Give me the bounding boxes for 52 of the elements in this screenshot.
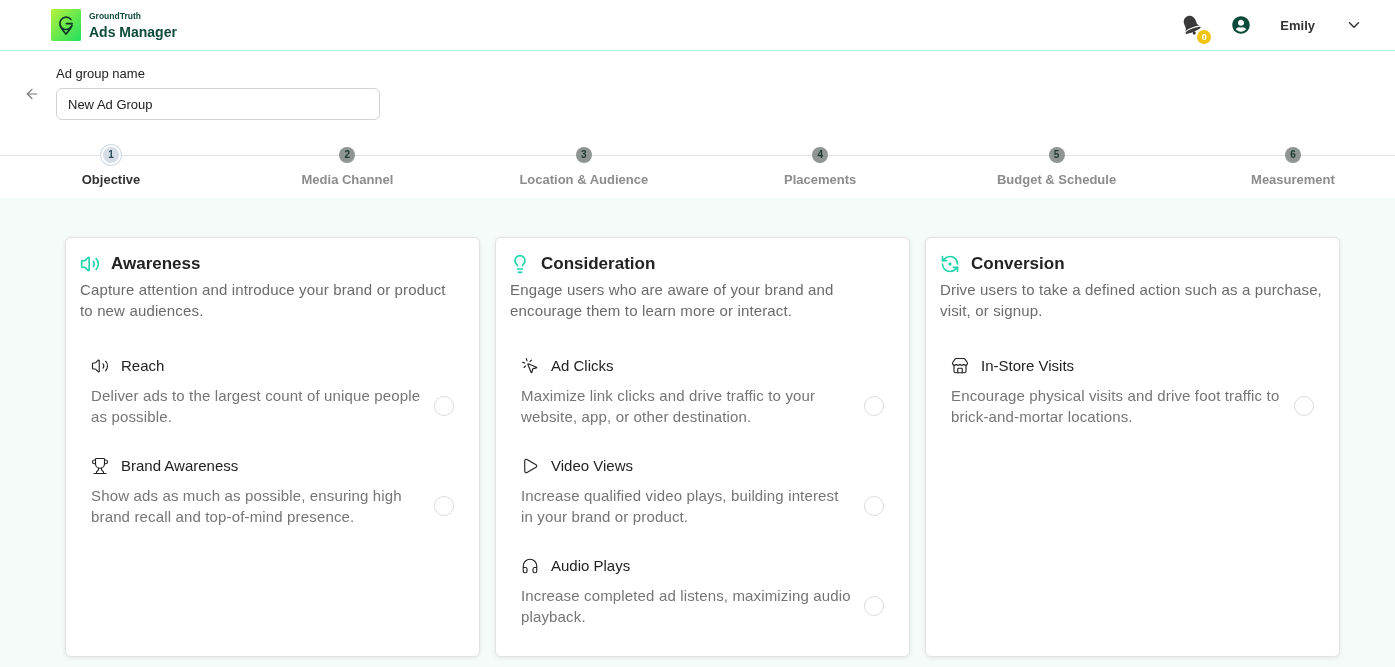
card-title: Consideration [541, 254, 656, 274]
speaker-icon [80, 254, 100, 274]
card-description: Drive users to take a defined action such as a purchase, visit, or signup. [940, 280, 1323, 321]
cursor-click-icon [521, 357, 539, 375]
option-description: Encourage physical visits and drive foot traffic to brick-and-mortar locations. [951, 386, 1281, 427]
option-title: Video Views [551, 456, 633, 476]
step-tab[interactable]: 6 Measurement [1212, 147, 1373, 188]
user-name[interactable]: Emily [1280, 17, 1315, 33]
option-description: Increase qualified video plays, building interest in your brand or product. [521, 486, 840, 527]
option-description: Increase completed ad listens, maximizing audio playback. [521, 586, 852, 627]
step-number: 4 [812, 147, 829, 163]
step-tab[interactable]: 1 Objective [31, 147, 191, 188]
user-avatar-icon[interactable] [1232, 16, 1251, 34]
option-title: Reach [121, 356, 165, 376]
speaker-icon [91, 357, 109, 375]
radio-button[interactable] [863, 396, 884, 416]
option-title: Ad Clicks [551, 356, 614, 376]
radio-button[interactable] [433, 396, 454, 416]
step-tab[interactable]: 2 Media Channel [267, 147, 428, 188]
radio-button[interactable] [1293, 396, 1314, 416]
option-title: Audio Plays [551, 556, 631, 576]
card-title: Conversion [971, 254, 1065, 274]
product-name: Ads Manager [89, 23, 177, 40]
company-name: GroundTruth [89, 10, 142, 21]
option-title: Brand Awareness [121, 456, 239, 476]
trophy-icon [91, 457, 109, 475]
step-number: 2 [339, 147, 356, 163]
play-icon [521, 457, 539, 475]
option-description: Maximize link clicks and drive traffic to your website, app, or other destination. [521, 386, 817, 427]
refresh-icon [940, 254, 960, 274]
option-description: Deliver ads to the largest count of unique people as possible. [91, 386, 422, 427]
logo-icon [51, 9, 81, 41]
step-number: 1 [103, 147, 119, 163]
radio-button[interactable] [433, 496, 454, 516]
step-tab[interactable]: 5 Budget & Schedule [976, 147, 1137, 188]
headphones-icon [521, 557, 539, 575]
notification-count: 0 [1197, 30, 1212, 44]
store-icon [951, 357, 969, 375]
card-description: Capture attention and introduce your brand or product to new audiences. [80, 280, 447, 321]
card-description: Engage users who are aware of your brand and encourage them to learn more or interact. [510, 280, 835, 321]
radio-button[interactable] [863, 596, 884, 616]
field-label: Ad group name [56, 67, 146, 81]
step-tab[interactable]: 4 Placements [740, 147, 901, 188]
step-number: 5 [1048, 147, 1065, 163]
step-number: 6 [1284, 147, 1301, 163]
card-title: Awareness [111, 254, 201, 274]
step-number: 3 [575, 147, 592, 163]
option-description: Show ads as much as possible, ensuring high brand recall and top-of-mind presence. [91, 486, 403, 527]
radio-button[interactable] [863, 496, 884, 516]
ad-group-name-input[interactable]: New Ad Group [56, 88, 380, 120]
step-tab[interactable]: 3 Location & Audience [503, 147, 664, 188]
option-title: In-Store Visits [981, 356, 1075, 376]
